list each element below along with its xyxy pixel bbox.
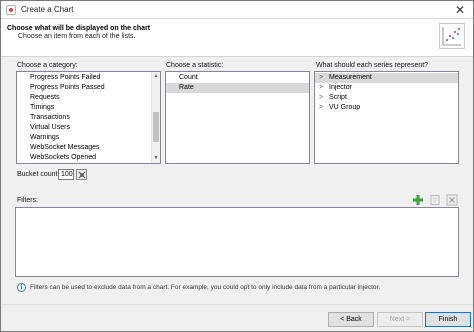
close-button[interactable]: ✕ <box>453 3 467 17</box>
tree-item-label: Script <box>329 94 347 101</box>
list-item[interactable]: Progress Points Failed <box>17 73 160 83</box>
category-list[interactable]: Progress Points Failed Progress Points P… <box>16 71 161 164</box>
scroll-thumb[interactable] <box>153 112 159 142</box>
bucket-count-label: Bucket count: <box>17 171 60 178</box>
next-button[interactable]: Next > <box>377 312 423 327</box>
list-item[interactable]: Timings <box>17 103 160 113</box>
create-chart-dialog: Create a Chart ✕ Choose what will be dis… <box>0 0 474 332</box>
window-title: Create a Chart <box>21 5 74 14</box>
statistic-label: Choose a statistic: <box>166 62 224 69</box>
series-tree[interactable]: > Measurement > Injector > Script > VU G… <box>314 71 459 164</box>
stepper-icon <box>78 171 86 179</box>
footer-divider <box>1 304 473 305</box>
list-item[interactable]: Warnings <box>17 133 160 143</box>
tree-item-label: VU Group <box>329 104 361 111</box>
tree-item[interactable]: > VU Group <box>315 103 458 113</box>
chevron-right-icon[interactable]: > <box>319 93 323 103</box>
chevron-right-icon[interactable]: > <box>319 73 323 83</box>
series-label: What should each series represent? <box>316 62 429 69</box>
scroll-down-icon[interactable]: ▼ <box>152 154 160 163</box>
header-title: Choose what will be displayed on the cha… <box>7 25 151 32</box>
chevron-right-icon[interactable]: > <box>319 103 323 113</box>
tree-item-label: Injector <box>329 84 352 91</box>
filters-label: Filters: <box>17 197 38 204</box>
delete-icon[interactable] <box>446 194 458 206</box>
list-item[interactable]: Virtual Users <box>17 123 160 133</box>
tree-item-selected[interactable]: > Measurement <box>315 73 458 83</box>
edit-icon[interactable] <box>429 194 441 206</box>
list-item[interactable]: WebSocket Messages <box>17 143 160 153</box>
scroll-up-icon[interactable]: ▲ <box>152 72 160 81</box>
list-item[interactable]: Count <box>166 73 309 83</box>
add-icon[interactable] <box>412 194 424 206</box>
list-item[interactable]: WebSockets Opened <box>17 153 160 163</box>
tree-item-label: Measurement <box>329 74 372 81</box>
back-button[interactable]: < Back <box>328 312 374 327</box>
list-item[interactable]: Requests <box>17 93 160 103</box>
list-item-selected[interactable]: Rate <box>166 83 309 93</box>
chart-icon <box>439 23 465 49</box>
category-label: Choose a category: <box>17 62 78 69</box>
filters-list[interactable] <box>15 207 459 277</box>
list-item[interactable]: Transactions <box>17 113 160 123</box>
header-panel: Choose what will be displayed on the cha… <box>1 19 473 57</box>
info-icon: i <box>17 283 26 292</box>
chevron-right-icon[interactable]: > <box>319 83 323 93</box>
app-icon <box>6 5 16 15</box>
header-subtitle: Choose an item from each of the lists. <box>18 33 136 40</box>
statistic-list[interactable]: Count Rate <box>165 71 310 164</box>
bucket-count-input[interactable]: 100 <box>58 169 74 180</box>
filters-info-text: Filters can be used to exclude data from… <box>30 284 381 291</box>
bucket-count-stepper[interactable] <box>76 169 87 180</box>
tree-item[interactable]: > Injector <box>315 83 458 93</box>
tree-item[interactable]: > Script <box>315 93 458 103</box>
category-scrollbar[interactable]: ▲ ▼ <box>151 72 160 163</box>
list-item[interactable]: Progress Points Passed <box>17 83 160 93</box>
finish-button[interactable]: Finish <box>425 312 471 327</box>
title-bar: Create a Chart ✕ <box>1 1 473 19</box>
